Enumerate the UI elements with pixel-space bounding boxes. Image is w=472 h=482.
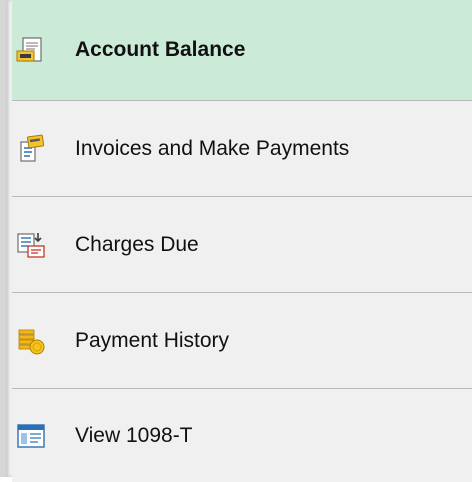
nav-item-label: View 1098-T [75, 423, 193, 447]
invoice-payment-icon [20, 134, 45, 162]
financial-nav-list: Account Balance Invoices and Make Paymen… [12, 0, 472, 482]
nav-item-label: Payment History [75, 328, 230, 352]
nav-item-invoices-and-make-payments[interactable]: Invoices and Make Payments [12, 101, 472, 197]
payment-history-icon [18, 329, 45, 354]
nav-item-label: Account Balance [75, 38, 246, 61]
charges-due-icon [17, 232, 45, 258]
nav-item-label: Charges Due [75, 232, 199, 256]
nav-item-view-1098-t[interactable]: View 1098-T [12, 389, 472, 482]
nav-item-charges-due[interactable]: Charges Due [12, 197, 472, 293]
nav-item-payment-history[interactable]: Payment History [12, 293, 472, 389]
account-balance-icon [16, 37, 42, 62]
tax-form-icon [17, 423, 45, 448]
navigation-panel: Account Balance Invoices and Make Paymen… [0, 0, 472, 482]
nav-item-account-balance[interactable]: Account Balance [12, 0, 472, 101]
nav-item-label: Invoices and Make Payments [75, 136, 350, 160]
